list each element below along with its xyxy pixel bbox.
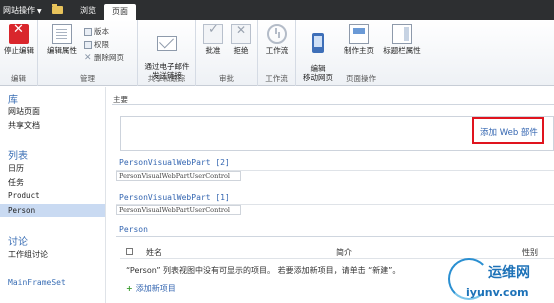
webpart-body: PersonVisualWebPartUserControl xyxy=(116,205,241,215)
ribbon-group-label: 编辑 xyxy=(11,74,26,83)
column-header-name[interactable]: 姓名 xyxy=(146,247,162,258)
workflow-label: 工作流 xyxy=(265,46,289,55)
permissions-label: 权限 xyxy=(94,40,109,49)
ribbon-group-page-actions: 编辑 移动网页 制作主页 标题栏属性 页面操作 xyxy=(296,20,426,86)
email-link-button[interactable]: 通过电子邮件 发送链接 xyxy=(141,24,193,80)
nav-head-lists[interactable]: 列表 xyxy=(8,147,28,162)
empty-list-message: “Person” 列表视图中没有可显示的项目。 若要添加新项目，请单击 “新建”… xyxy=(126,266,401,275)
email-icon xyxy=(157,36,177,51)
site-actions-label: 网站操作 xyxy=(3,6,35,15)
webpart-title[interactable]: PersonVisualWebPart [1] xyxy=(119,193,230,202)
webpart-body: PersonVisualWebPartUserControl xyxy=(116,171,241,181)
edit-properties-icon xyxy=(52,24,72,44)
add-new-item-label: 添加新项目 xyxy=(135,284,176,293)
site-actions-menu[interactable]: 网站操作 ▼ xyxy=(3,5,42,16)
column-header-gender[interactable]: 性别 xyxy=(522,247,538,258)
add-new-item-link[interactable]: + 添加新项目 xyxy=(126,283,176,294)
webpart-title[interactable]: PersonVisualWebPart [2] xyxy=(119,158,230,167)
title-bar-properties-label: 标题栏属性 xyxy=(383,46,421,55)
column-header-intro[interactable]: 简介 xyxy=(336,247,352,258)
approve-icon xyxy=(203,24,223,44)
permissions-icon xyxy=(84,41,92,49)
select-all-checkbox[interactable] xyxy=(126,248,133,255)
stop-edit-icon xyxy=(9,24,29,44)
make-homepage-label: 制作主页 xyxy=(344,46,374,55)
approve-label: 批准 xyxy=(205,46,221,55)
nav-item-tasks[interactable]: 任务 xyxy=(8,177,24,188)
ribbon-group-approval: 批准 拒绝 审批 xyxy=(196,20,258,86)
plus-icon: + xyxy=(126,284,133,293)
ribbon-group-label: 审批 xyxy=(219,74,234,83)
nav-item-shared-documents[interactable]: 共享文档 xyxy=(8,120,40,131)
delete-page-label: 删除网页 xyxy=(94,53,124,62)
ribbon-group-label: 页面操作 xyxy=(346,74,376,83)
delete-page-button[interactable]: ✕ 删除网页 xyxy=(84,52,124,63)
make-homepage-button[interactable]: 制作主页 xyxy=(340,24,378,55)
ribbon-group-label: 工作流 xyxy=(265,74,288,83)
title-bar-properties-icon xyxy=(392,24,412,44)
nav-head-mainframeset[interactable]: MainFrameSet xyxy=(8,278,66,287)
approve-button[interactable]: 批准 xyxy=(200,24,226,55)
watermark-url: iyunv.com xyxy=(466,286,529,299)
list-webpart-title[interactable]: Person xyxy=(119,225,148,234)
nav-item-product[interactable]: Product xyxy=(8,191,40,200)
ribbon-group-label: 管理 xyxy=(80,74,95,83)
title-bar-properties-button[interactable]: 标题栏属性 xyxy=(380,24,424,55)
nav-item-team-discussion[interactable]: 工作组讨论 xyxy=(8,249,48,260)
tab-browse[interactable]: 浏览 xyxy=(80,5,96,16)
top-bar: 网站操作 ▼ 浏览 页面 xyxy=(0,0,554,20)
watermark-logo: 运维网 iyunv.com xyxy=(448,258,552,302)
reject-icon xyxy=(231,24,251,44)
nav-item-person[interactable]: Person xyxy=(0,204,105,217)
stop-editing-button[interactable]: 停止编辑 xyxy=(3,24,35,55)
ribbon-group-label: 共享和跟踪 xyxy=(147,74,186,83)
delete-icon: ✕ xyxy=(84,53,92,63)
nav-item-calendar[interactable]: 日历 xyxy=(8,163,24,174)
reject-button[interactable]: 拒绝 xyxy=(228,24,254,55)
tab-page[interactable]: 页面 xyxy=(104,4,136,20)
folder-icon[interactable] xyxy=(52,4,63,14)
ribbon-group-manage: 编辑属性 版本 权限 ✕ 删除网页 管理 xyxy=(38,20,138,86)
workflow-button[interactable]: 工作流 xyxy=(261,24,293,55)
quick-launch: 库 网站页面 共享文档 列表 日历 任务 Product Person 讨论 工… xyxy=(0,87,106,303)
nav-item-site-pages[interactable]: 网站页面 xyxy=(8,106,40,117)
nav-head-discussions[interactable]: 讨论 xyxy=(8,233,28,248)
edit-properties-label: 编辑属性 xyxy=(47,46,77,55)
workflow-icon xyxy=(267,24,287,44)
reject-label: 拒绝 xyxy=(233,46,249,55)
permissions-button[interactable]: 权限 xyxy=(84,39,109,50)
add-web-part-link[interactable]: 添加 Web 部件 xyxy=(472,117,544,144)
ribbon: 停止编辑 编辑 编辑属性 版本 权限 ✕删除网页 管理 通过电子邮件 发送链接 … xyxy=(0,20,554,86)
stop-editing-label: 停止编辑 xyxy=(4,46,34,55)
chevron-down-icon: ▼ xyxy=(37,8,42,15)
nav-head-libraries[interactable]: 库 xyxy=(8,91,18,106)
ribbon-group-edit: 停止编辑 编辑 xyxy=(0,20,38,86)
edit-properties-button[interactable]: 编辑属性 xyxy=(42,24,82,55)
ribbon-group-share: 通过电子邮件 发送链接 共享和跟踪 xyxy=(138,20,196,86)
versions-icon xyxy=(84,28,92,36)
versions-label: 版本 xyxy=(94,27,109,36)
versions-button[interactable]: 版本 xyxy=(84,26,109,37)
zone-divider xyxy=(112,104,554,105)
list-divider xyxy=(116,236,554,237)
homepage-icon xyxy=(349,24,369,44)
mobile-icon xyxy=(312,33,324,53)
watermark-name: 运维网 xyxy=(488,265,530,281)
ribbon-group-workflow: 工作流 工作流 xyxy=(258,20,296,86)
